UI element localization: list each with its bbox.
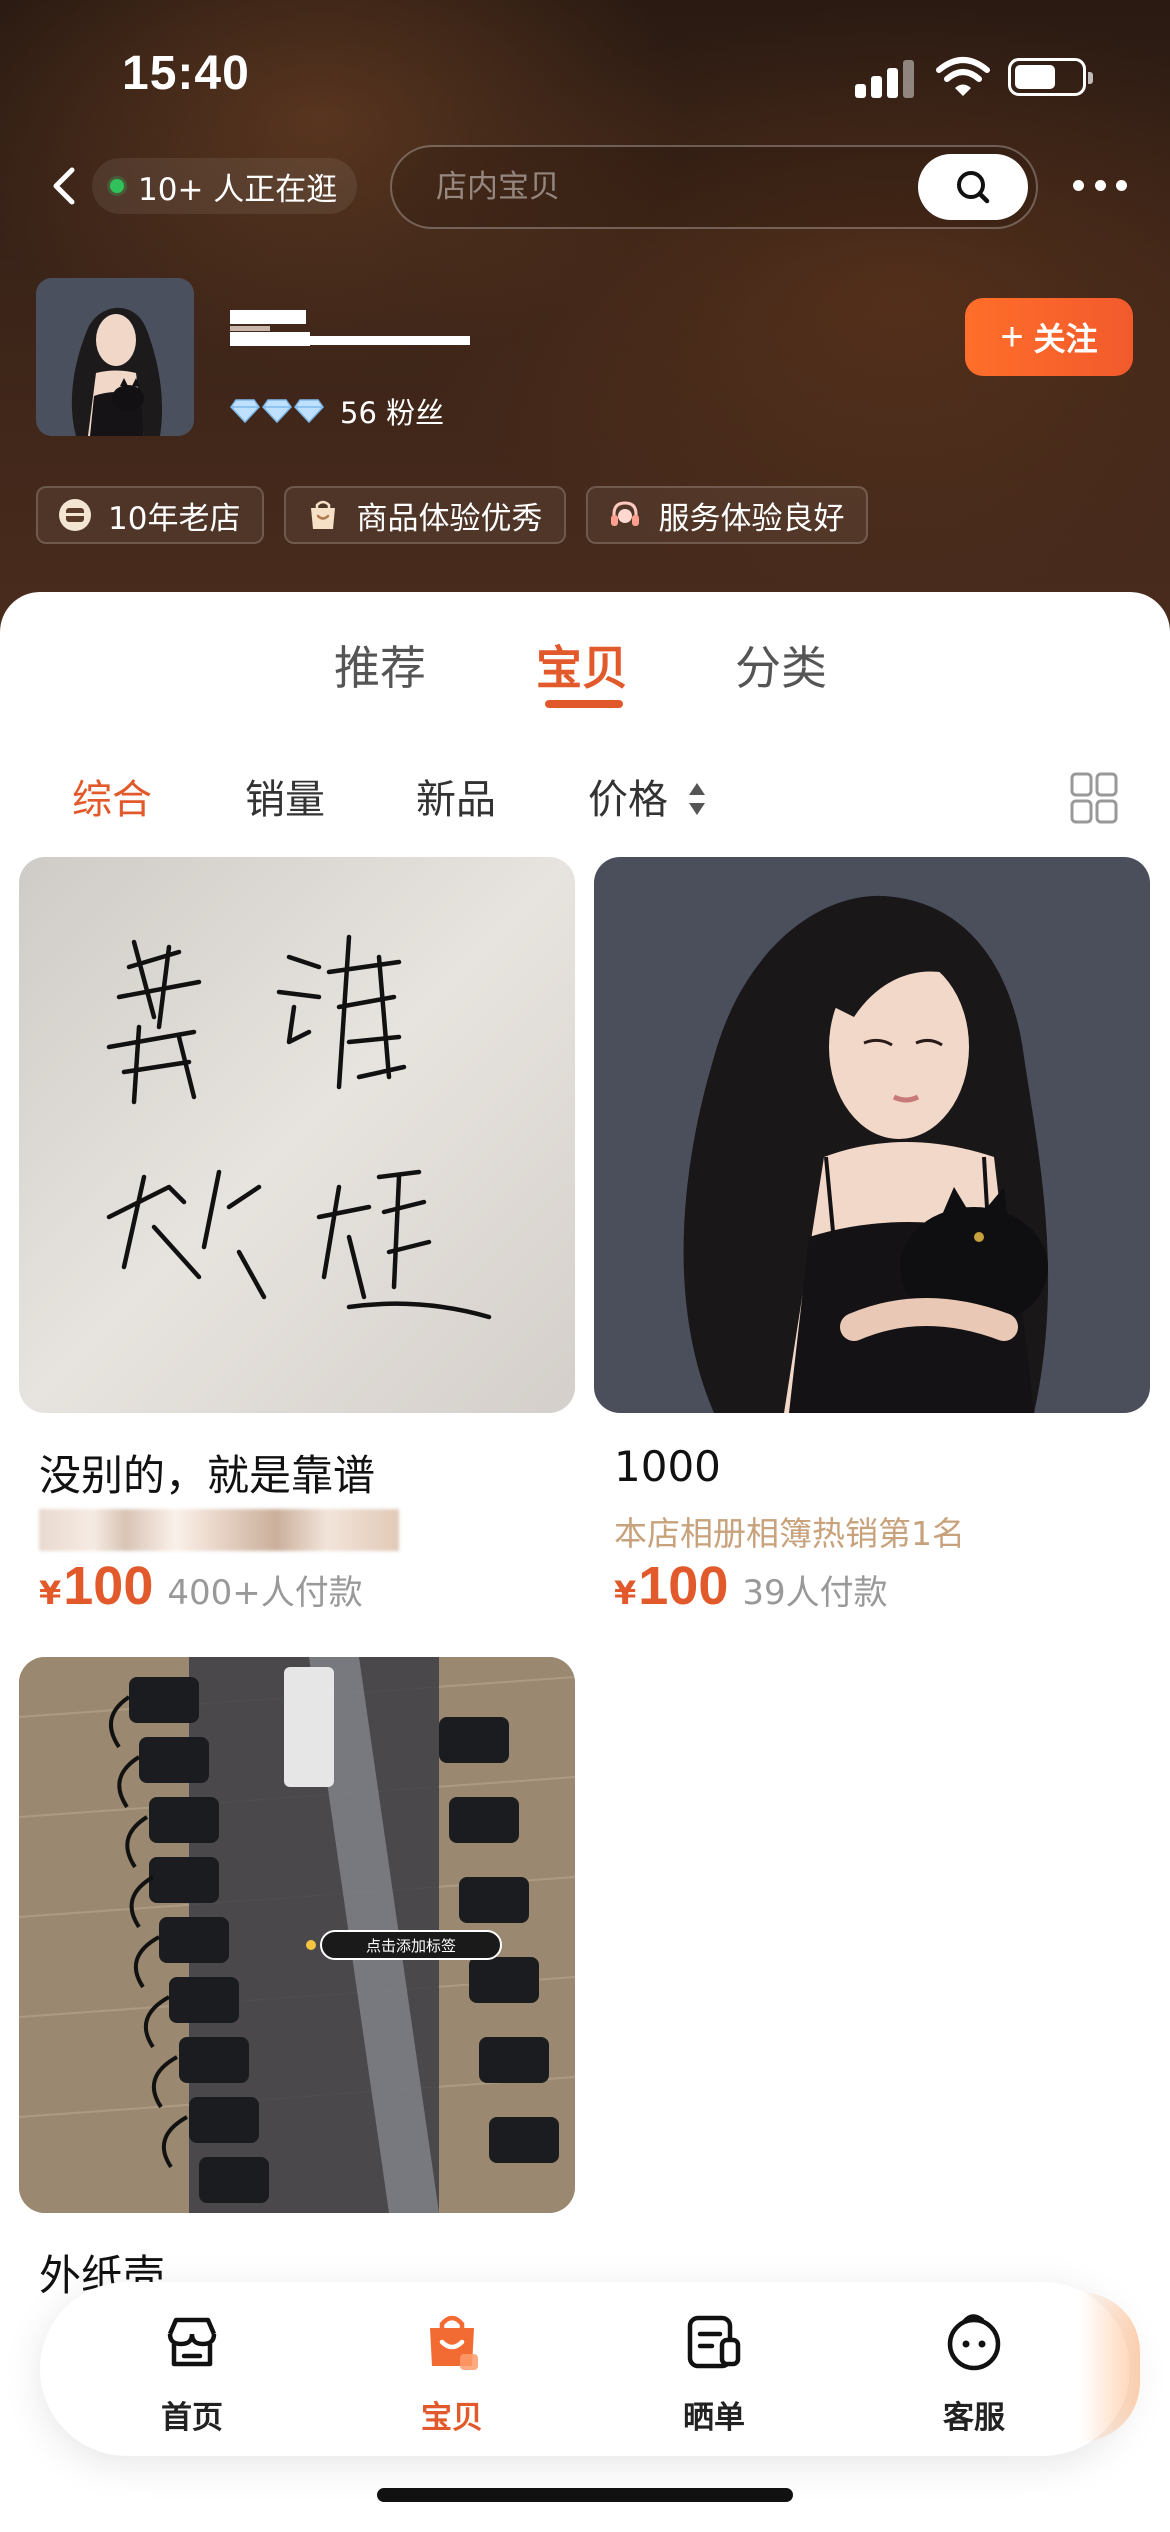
product-image[interactable] — [594, 857, 1150, 1413]
status-time: 15:40 — [122, 47, 250, 100]
nav-customer-service[interactable]: 客服 — [914, 2310, 1034, 2440]
badge-label: 服务体验良好 — [658, 500, 845, 537]
diamond-icon — [294, 399, 324, 424]
shop-search-input[interactable] — [436, 165, 856, 209]
product-ranking: 本店相册相簿热销第1名 — [614, 1514, 965, 1553]
service-icon — [947, 2314, 1001, 2371]
review-icon — [687, 2315, 741, 2369]
follow-button[interactable]: + 关注 — [965, 298, 1133, 376]
back-arrow-icon[interactable] — [40, 158, 90, 214]
nav-label: 晒单 — [683, 2400, 745, 2436]
nav-label: 客服 — [943, 2400, 1005, 2436]
fans-count: 56 粉丝 — [340, 396, 445, 430]
product-card[interactable]: 点击添加标签 外纸壳 — [19, 1657, 575, 2300]
redacted-tag — [39, 1509, 399, 1551]
sort-arrows-icon[interactable] — [686, 777, 708, 821]
product-image[interactable]: 点击添加标签 — [19, 1657, 575, 2213]
shop-search-box[interactable] — [390, 145, 1038, 229]
tab-items[interactable]: 宝贝 — [536, 632, 628, 698]
product-price: ¥ 100 400+人付款 — [39, 1556, 363, 1616]
headset-badge-icon — [611, 501, 640, 526]
shop-info: 56 粉丝 + 关注 — [0, 278, 1170, 438]
product-price: ¥ 100 39人付款 — [614, 1556, 888, 1616]
badge-service-quality[interactable]: 服务体验良好 — [586, 486, 869, 544]
bottom-navigation: 首页 宝贝 晒单 客服 — [40, 2282, 1140, 2456]
shop-badges: 10年老店 商品体验优秀 服务体验良好 — [36, 486, 888, 544]
diamond-icon — [262, 399, 292, 424]
tab-recommend[interactable]: 推荐 — [334, 632, 426, 698]
bag-badge-icon — [311, 500, 336, 529]
nav-label: 宝贝 — [421, 2400, 483, 2436]
sort-new[interactable]: 新品 — [416, 767, 496, 825]
illustrated-girl-with-cat-image — [594, 857, 1150, 1413]
badge-label: 10年老店 — [108, 500, 241, 537]
sort-bar: 综合 销量 新品 价格 — [0, 767, 1170, 837]
badge-product-quality[interactable]: 商品体验优秀 — [284, 486, 567, 544]
sort-price[interactable]: 价格 — [588, 767, 668, 825]
handwriting-note-image — [19, 857, 575, 1413]
nav-reviews[interactable]: 晒单 — [654, 2310, 774, 2440]
active-tab-indicator — [545, 700, 623, 708]
product-card[interactable]: 没别的，就是靠谱 ¥ 100 400+人付款 — [19, 857, 575, 1616]
shop-badge-icon — [59, 499, 91, 531]
store-icon — [167, 2317, 217, 2367]
shop-name-redacted — [230, 300, 470, 360]
product-card[interactable]: 1000 本店相册相簿热销第1名 ¥ 100 39人付款 — [594, 857, 1150, 1616]
home-indicator[interactable] — [377, 2488, 793, 2502]
diamond-icon — [230, 399, 260, 424]
wifi-icon — [936, 57, 990, 96]
grid-layout-icon[interactable] — [1070, 772, 1118, 824]
desk-phones-image: 点击添加标签 — [19, 1657, 575, 2213]
badge-old-store[interactable]: 10年老店 — [36, 486, 265, 544]
product-title[interactable]: 1000 — [614, 1442, 721, 1491]
sort-sales[interactable]: 销量 — [245, 767, 325, 825]
shop-avatar[interactable] — [36, 278, 194, 436]
product-image[interactable] — [19, 857, 575, 1413]
plus-icon: + — [1000, 315, 1024, 359]
follow-label: 关注 — [1033, 321, 1098, 357]
live-dot-icon — [110, 179, 124, 193]
sold-count: 400+人付款 — [167, 1573, 363, 1613]
visitors-indicator: 10+ 人正在逛 — [92, 158, 358, 214]
fans-info: 56 粉丝 — [230, 390, 444, 432]
tab-categories[interactable]: 分类 — [735, 632, 827, 698]
shop-tabs: 推荐 宝贝 分类 — [0, 632, 1170, 722]
sold-count: 39人付款 — [742, 1573, 888, 1613]
content-sheet: 推荐 宝贝 分类 综合 销量 新品 价格 没别的，就是靠谱 ¥ 100 400+… — [0, 592, 1170, 2532]
nav-items[interactable]: 宝贝 — [392, 2310, 512, 2440]
image-tag-label: 点击添加标签 — [366, 1937, 456, 1955]
search-button[interactable] — [918, 154, 1028, 220]
product-title[interactable]: 没别的，就是靠谱 — [39, 1442, 375, 1503]
visitors-count: 10+ 人正在逛 — [138, 171, 338, 208]
search-icon — [957, 171, 990, 204]
nav-label: 首页 — [161, 2400, 223, 2436]
nav-home[interactable]: 首页 — [132, 2310, 252, 2440]
shop-nav-row: 10+ 人正在逛 — [0, 140, 1170, 230]
battery-icon — [1008, 58, 1093, 96]
sort-overall[interactable]: 综合 — [72, 767, 152, 825]
cellular-signal-icon — [855, 58, 915, 98]
bag-icon — [430, 2315, 478, 2370]
badge-label: 商品体验优秀 — [356, 500, 543, 537]
more-options-icon[interactable] — [1073, 170, 1127, 200]
avatar-illustration — [36, 278, 194, 436]
status-bar: 15:40 — [0, 0, 1170, 150]
